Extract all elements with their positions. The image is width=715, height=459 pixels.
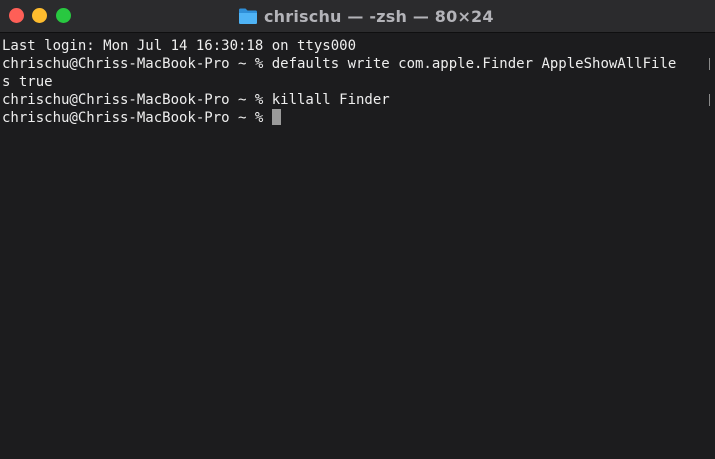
folder-icon bbox=[239, 8, 257, 24]
text-cursor bbox=[271, 109, 281, 125]
terminal-window: chrischu — -zsh — 80×24 Last login: Mon … bbox=[0, 0, 715, 459]
window-title: chrischu — -zsh — 80×24 bbox=[264, 6, 494, 26]
zoom-button[interactable] bbox=[56, 8, 71, 23]
terminal-prompt: chrischu@Chriss-MacBook-Pro ~ % bbox=[2, 110, 272, 126]
terminal-line: Last login: Mon Jul 14 16:30:18 on ttys0… bbox=[2, 38, 357, 54]
line-wrap-marker bbox=[709, 94, 710, 106]
title-bar[interactable]: chrischu — -zsh — 80×24 bbox=[0, 0, 715, 33]
window-title-group: chrischu — -zsh — 80×24 bbox=[238, 5, 494, 27]
close-button[interactable] bbox=[9, 8, 24, 23]
minimize-button[interactable] bbox=[32, 8, 47, 23]
terminal-line: s true bbox=[2, 74, 53, 90]
terminal-prompt-line[interactable]: chrischu@Chriss-MacBook-Pro ~ % bbox=[2, 109, 281, 127]
terminal-line: chrischu@Chriss-MacBook-Pro ~ % killall … bbox=[2, 92, 390, 108]
line-wrap-marker bbox=[709, 58, 710, 70]
terminal-output[interactable]: Last login: Mon Jul 14 16:30:18 on ttys0… bbox=[0, 34, 715, 459]
terminal-line: chrischu@Chriss-MacBook-Pro ~ % defaults… bbox=[2, 56, 677, 72]
